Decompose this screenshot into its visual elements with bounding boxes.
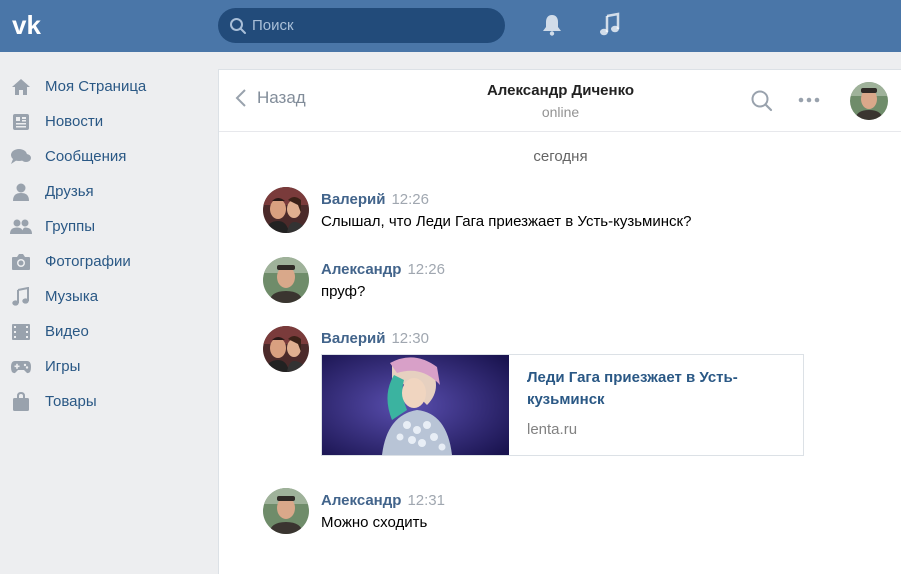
- camera-icon: [10, 251, 32, 273]
- sidebar-item-news[interactable]: Новости: [0, 104, 217, 139]
- sidebar-item-label: Новости: [45, 113, 104, 130]
- chat-header: Назад Александр Диченко online: [219, 70, 901, 132]
- sidebar-item-label: Друзья: [45, 183, 94, 200]
- friends-icon: [10, 181, 32, 203]
- music-icon: [10, 286, 32, 308]
- message-item: Валерий 12:30 Леди Гага приезжает в Усть…: [263, 326, 823, 466]
- sidebar-item-my-page[interactable]: Моя Страница: [0, 69, 217, 104]
- news-icon: [10, 111, 32, 133]
- search-box[interactable]: [218, 8, 505, 43]
- message-time: 12:31: [407, 492, 445, 509]
- sidebar-item-label: Музыка: [45, 288, 99, 305]
- sidebar-item-games[interactable]: Игры: [0, 349, 217, 384]
- author-avatar[interactable]: [263, 326, 309, 372]
- message-time: 12:30: [391, 330, 429, 347]
- link-body: Леди Гага приезжает в Усть-кузьминск len…: [509, 355, 785, 455]
- sidebar-item-music[interactable]: Музыка: [0, 279, 217, 314]
- message-author[interactable]: Валерий 12:26: [321, 191, 429, 208]
- music-player-icon[interactable]: [598, 12, 622, 38]
- author-name[interactable]: Валерий: [321, 330, 385, 347]
- sidebar-item-messages[interactable]: Сообщения: [0, 139, 217, 174]
- sidebar-item-label: Группы: [45, 218, 95, 235]
- bell-icon[interactable]: [540, 13, 564, 37]
- bag-icon: [10, 391, 32, 413]
- search-input[interactable]: [252, 17, 492, 34]
- author-name[interactable]: Валерий: [321, 191, 385, 208]
- message-author[interactable]: Александр 12:31: [321, 492, 445, 509]
- sidebar-item-friends[interactable]: Друзья: [0, 174, 217, 209]
- link-thumbnail-image[interactable]: [322, 355, 509, 455]
- link-preview-card[interactable]: Леди Гага приезжает в Усть-кузьминск len…: [321, 354, 804, 456]
- message-item: Валерий 12:26 Слышал, что Леди Гага приез…: [263, 187, 823, 237]
- message-time: 12:26: [407, 261, 445, 278]
- search-messages-icon[interactable]: [750, 89, 774, 113]
- message-text: Можно сходить: [321, 514, 428, 531]
- message-time: 12:26: [391, 191, 429, 208]
- date-separator: сегодня: [533, 148, 588, 165]
- sidebar: Моя Страница Новости Сообщения Друзья Гр…: [0, 52, 217, 574]
- author-avatar[interactable]: [263, 187, 309, 233]
- sidebar-item-label: Видео: [45, 323, 89, 340]
- sidebar-item-market[interactable]: Товары: [0, 384, 217, 419]
- svg-text:vk: vk: [12, 13, 41, 37]
- message-author[interactable]: Валерий 12:30: [321, 330, 429, 347]
- link-title[interactable]: Леди Гага приезжает в Усть-кузьминск: [527, 367, 767, 411]
- home-icon: [10, 76, 32, 98]
- gamepad-icon: [10, 356, 32, 378]
- peer-avatar[interactable]: [850, 82, 888, 120]
- link-domain: lenta.ru: [527, 421, 578, 438]
- video-icon: [10, 321, 32, 343]
- search-icon: [228, 16, 248, 36]
- author-name[interactable]: Александр: [321, 261, 401, 278]
- top-bar: vk: [0, 0, 901, 52]
- sidebar-item-label: Товары: [45, 393, 97, 410]
- message-text: пруф?: [321, 283, 366, 300]
- message-text: Слышал, что Леди Гага приезжает в Усть-к…: [321, 213, 692, 230]
- messages-icon: [10, 146, 32, 168]
- message-item: Александр 12:26 пруф?: [263, 257, 823, 307]
- sidebar-item-label: Моя Страница: [45, 78, 147, 95]
- sidebar-item-photos[interactable]: Фотографии: [0, 244, 217, 279]
- sidebar-item-label: Игры: [45, 358, 81, 375]
- message-item: Александр 12:31 Можно сходить: [263, 488, 823, 538]
- groups-icon: [10, 216, 32, 238]
- author-name[interactable]: Александр: [321, 492, 401, 509]
- sidebar-item-label: Фотографии: [45, 253, 131, 270]
- message-author[interactable]: Александр 12:26: [321, 261, 445, 278]
- sidebar-item-groups[interactable]: Группы: [0, 209, 217, 244]
- sidebar-item-video[interactable]: Видео: [0, 314, 217, 349]
- chat-panel: Назад Александр Диченко online сегодня В…: [218, 69, 901, 574]
- vk-logo-icon[interactable]: vk: [12, 12, 52, 38]
- sidebar-item-label: Сообщения: [45, 148, 127, 165]
- author-avatar[interactable]: [263, 488, 309, 534]
- more-options-icon[interactable]: [796, 90, 824, 110]
- author-avatar[interactable]: [263, 257, 309, 303]
